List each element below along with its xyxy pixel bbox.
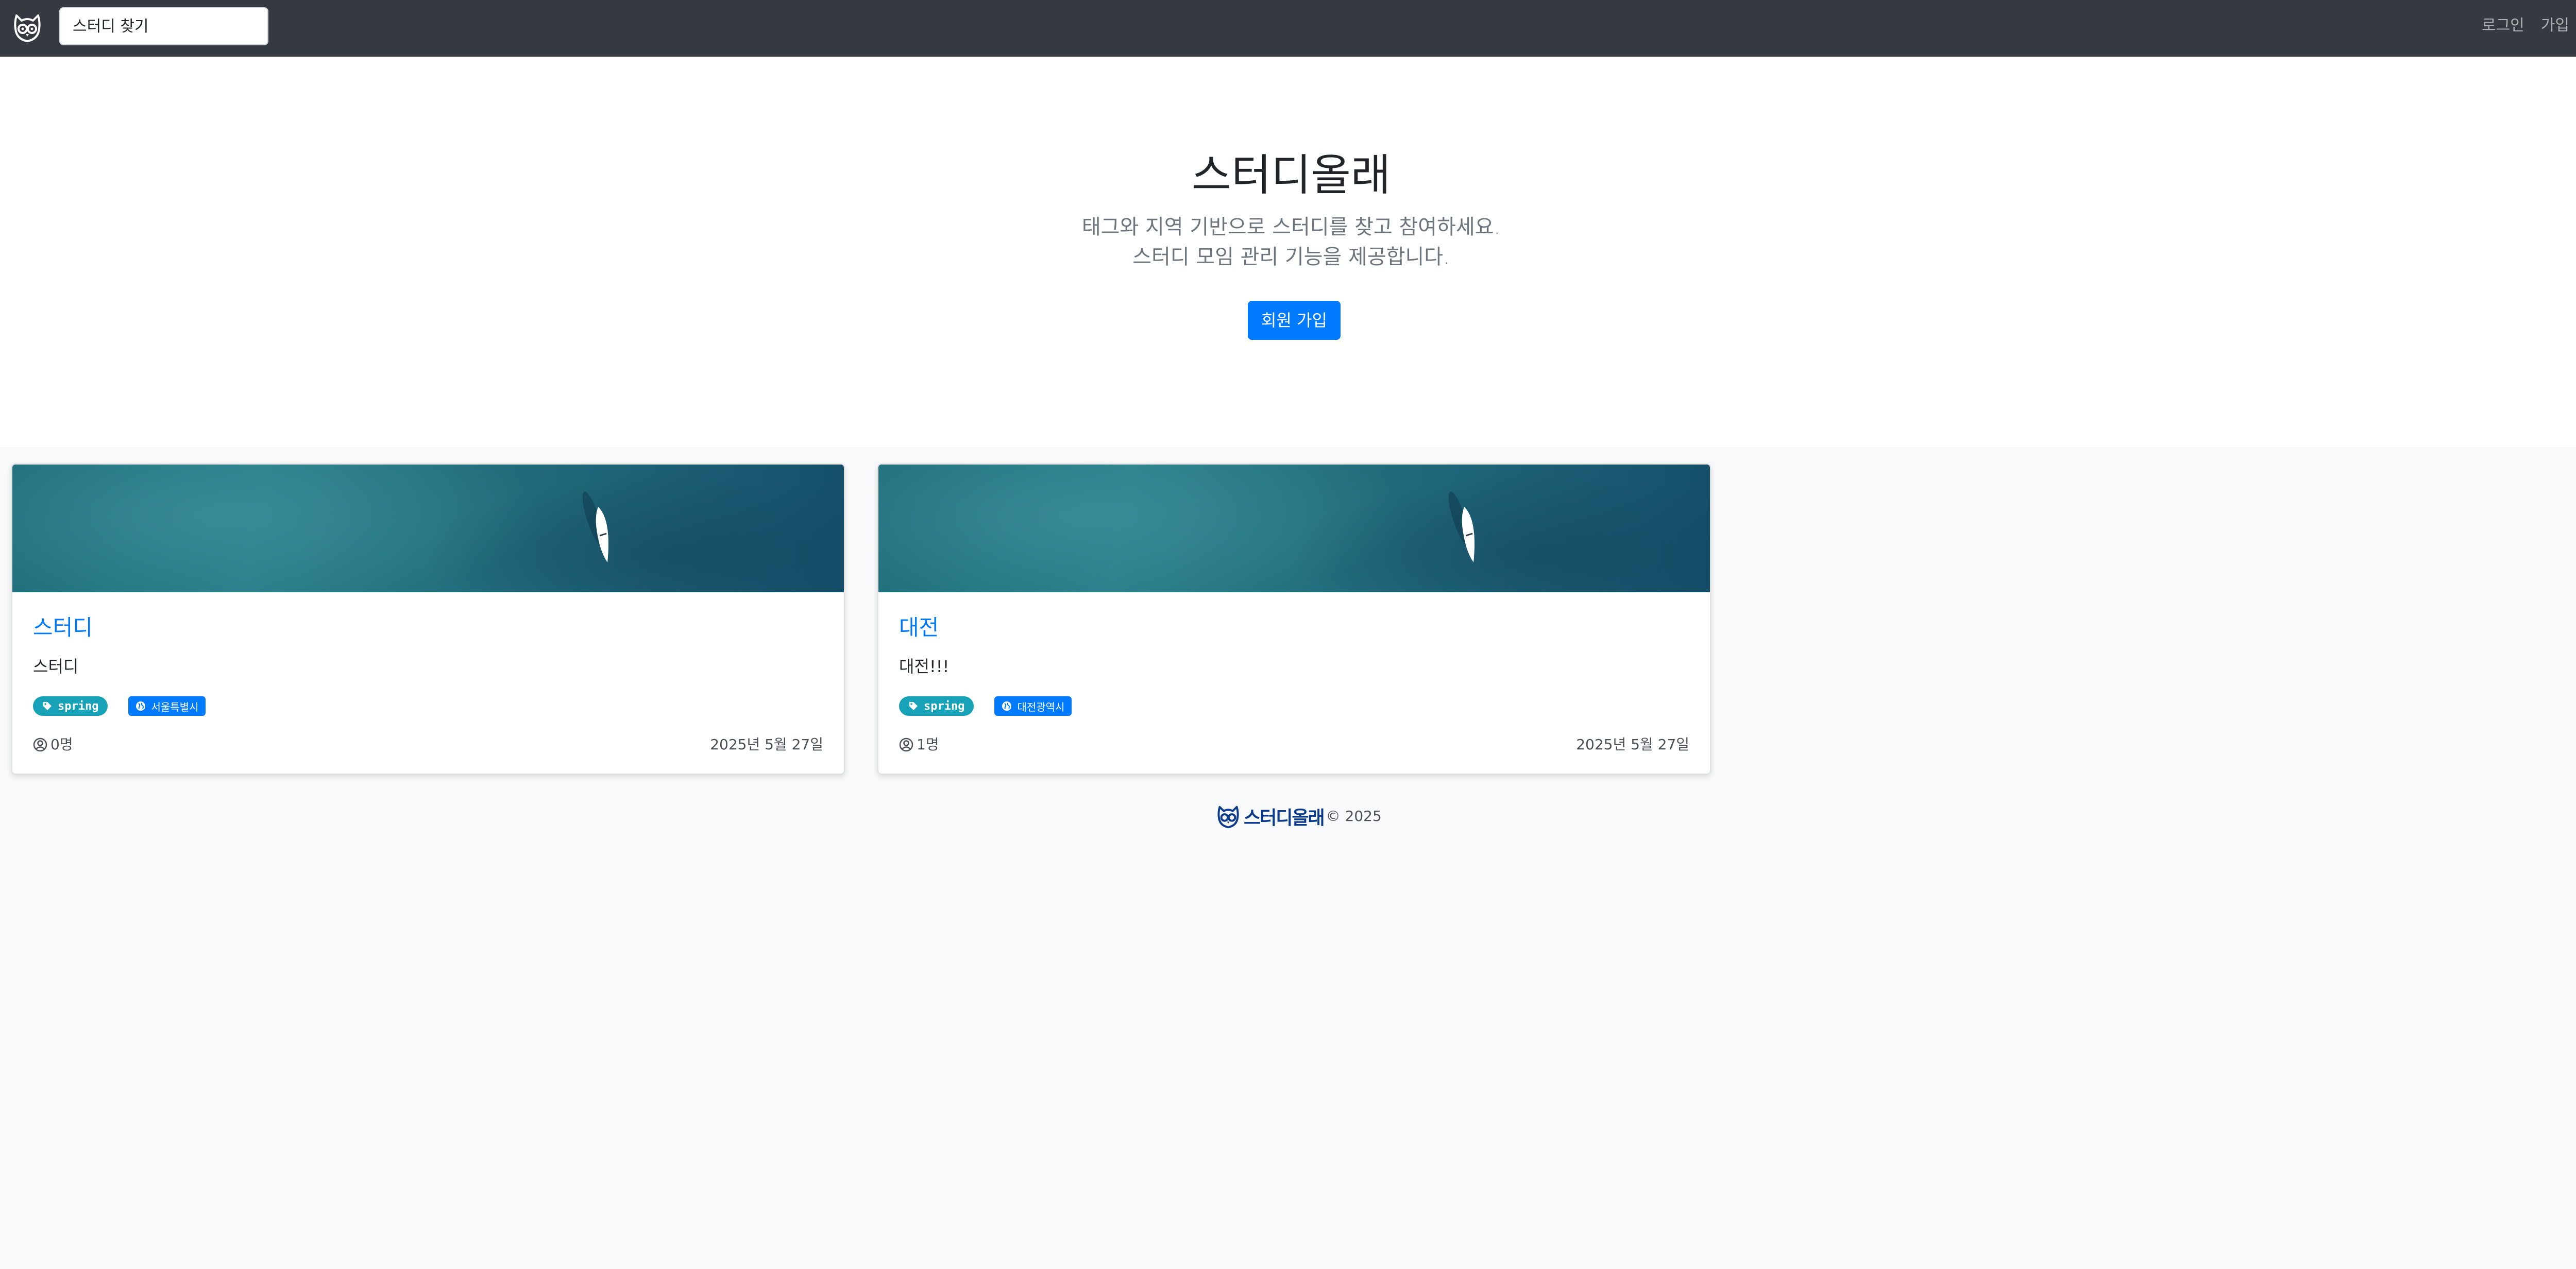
zone-badge-label: 대전광역시 (1017, 700, 1065, 713)
join-button[interactable]: 회원 가입 (1248, 301, 1341, 340)
member-count-label: 1명 (917, 736, 939, 753)
user-circle-icon (899, 738, 913, 752)
member-count-label: 0명 (50, 736, 73, 753)
member-count: 1명 (899, 733, 939, 756)
tag-badge-label: spring (924, 699, 965, 713)
hero-title: 스터디올래 (1191, 150, 1391, 200)
tag-badge[interactable]: spring (33, 696, 108, 716)
study-badges: spring 서울특별시 (33, 696, 206, 716)
study-card-footer: 0명 2025년 5월 27일 (33, 733, 823, 756)
hero-lead-line-2: 스터디 모임 관리 기능을 제공합니다. (1132, 245, 1450, 269)
tag-icon (909, 702, 918, 710)
study-card-footer: 1명 2025년 5월 27일 (899, 733, 1689, 756)
zone-badge[interactable]: 대전광역시 (994, 696, 1072, 716)
zone-badge[interactable]: 서울특별시 (128, 696, 206, 716)
study-search-input[interactable] (59, 7, 268, 45)
member-count: 0명 (33, 733, 73, 756)
top-navbar: 로그인 가입 (0, 0, 2576, 57)
study-card[interactable]: 대전 대전!!! spring 대전광역시 1명 2025년 5월 27일 (877, 464, 1711, 775)
nav-links: 로그인 가입 (2482, 14, 2569, 37)
user-circle-icon (33, 738, 47, 752)
tag-icon (43, 702, 52, 710)
study-banner-image (12, 465, 844, 592)
tag-badge-label: spring (58, 699, 99, 713)
study-date: 2025년 5월 27일 (1576, 736, 1689, 753)
footer-logo: 스터디올래 (1216, 803, 1325, 830)
hero-jumbotron: 스터디올래 태그와 지역 기반으로 스터디를 찾고 참여하세요. 스터디 모임 … (0, 57, 2576, 447)
study-title-link[interactable]: 대전 (899, 614, 939, 642)
signup-link[interactable]: 가입 (2541, 14, 2569, 37)
study-badges: spring 대전광역시 (899, 696, 1072, 716)
study-date: 2025년 5월 27일 (710, 736, 823, 753)
study-card[interactable]: 스터디 스터디 spring 서울특별시 0명 2025년 5월 27일 (11, 464, 845, 775)
tag-badge[interactable]: spring (899, 696, 974, 716)
study-banner-image (878, 465, 1710, 592)
study-title-link[interactable]: 스터디 (33, 614, 93, 642)
globe-icon (1002, 701, 1012, 711)
study-card-body: 대전 대전!!! spring 대전광역시 1명 2025년 5월 27일 (899, 614, 1689, 753)
study-card-body: 스터디 스터디 spring 서울특별시 0명 2025년 5월 27일 (33, 614, 823, 753)
owl-logo-icon (1217, 805, 1239, 829)
hero-lead: 태그와 지역 기반으로 스터디를 찾고 참여하세요. 스터디 모임 관리 기능을… (0, 212, 2576, 272)
footer-copyright: © 2025 (1326, 808, 1382, 825)
zone-badge-label: 서울특별시 (151, 700, 199, 713)
page-footer: 스터디올래 © 2025 (1216, 798, 1382, 834)
login-link[interactable]: 로그인 (2482, 14, 2524, 37)
footer-logo-text: 스터디올래 (1244, 808, 1325, 829)
study-description: 스터디 (33, 657, 79, 676)
owl-logo-icon[interactable] (12, 10, 42, 44)
study-description: 대전!!! (899, 657, 950, 676)
hero-lead-line-1: 태그와 지역 기반으로 스터디를 찾고 참여하세요. (1081, 215, 1501, 239)
globe-icon (136, 701, 146, 711)
